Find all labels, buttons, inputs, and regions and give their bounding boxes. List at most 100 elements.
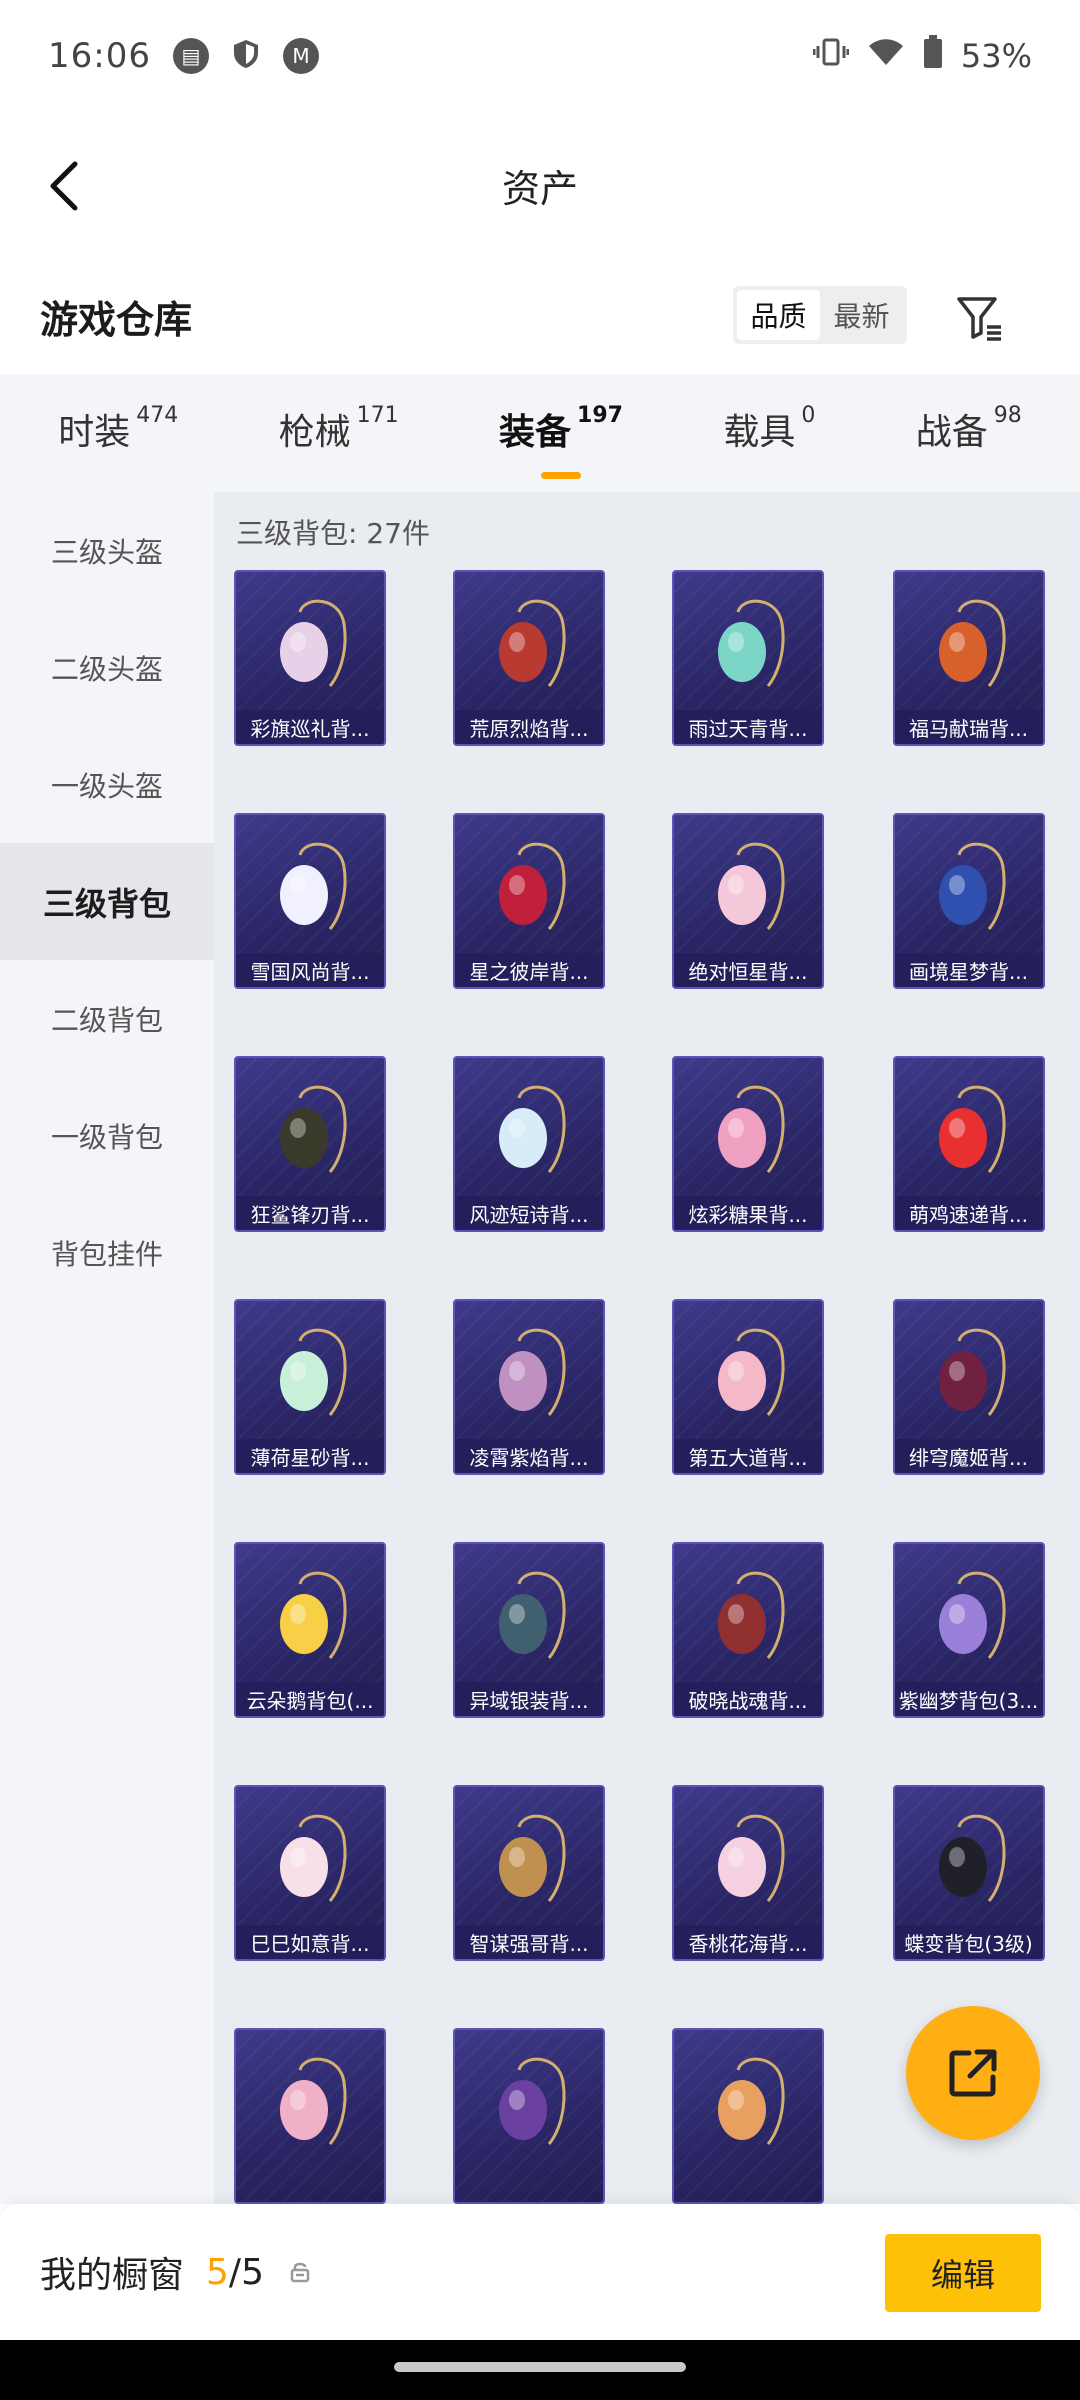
item-card[interactable]: 炫彩糖果背... [672, 1056, 824, 1232]
item-card[interactable]: 狂鲨锋刃背... [234, 1056, 386, 1232]
sidebar-item-level1-backpack[interactable]: 一级背包 [0, 1077, 214, 1194]
warehouse-header: 游戏仓库 品质 最新 [0, 258, 1080, 374]
showcase-bar: 我的橱窗 5/5 编辑 [0, 2204, 1080, 2340]
item-card[interactable]: 彩旗巡礼背... [234, 570, 386, 746]
item-card[interactable]: 萌鸡速递背... [892, 1056, 1045, 1232]
tab-firearms[interactable]: 枪械 171 [279, 403, 399, 463]
wifi-icon [867, 37, 905, 75]
item-card[interactable]: 福马献瑞背... [892, 570, 1045, 746]
item-card[interactable]: 第五大道背... [672, 1299, 824, 1475]
sidebar-item-level2-helmet[interactable]: 二级头盔 [0, 609, 214, 726]
backpack-icon [938, 842, 1005, 930]
item-card[interactable]: 风迹短诗背... [453, 1056, 605, 1232]
item-label: 萌鸡速递背... [894, 1196, 1043, 1230]
status-bar: 16:06 ▤ M 53% [0, 0, 1080, 112]
backpack-icon [280, 1814, 347, 1902]
item-label: 香桃花海背... [674, 1925, 822, 1959]
item-label: 绝对恒星背... [674, 953, 822, 987]
item-card[interactable]: 绝对恒星背... [672, 813, 824, 989]
tab-count: 197 [577, 403, 623, 428]
backpack-icon [499, 842, 566, 930]
tab-count: 171 [356, 403, 399, 428]
chevron-left-icon [50, 161, 78, 211]
gesture-handle[interactable] [394, 2362, 686, 2372]
shield-icon [231, 38, 261, 74]
item-label: 云朵鹅背包(... [236, 1682, 384, 1716]
item-card[interactable]: 雨过天青背... [672, 570, 824, 746]
item-label: 狂鲨锋刃背... [236, 1196, 384, 1230]
item-label: 炫彩糖果背... [674, 1196, 822, 1230]
item-card[interactable]: 画境星梦背... [892, 813, 1045, 989]
edit-button[interactable]: 编辑 [885, 2234, 1041, 2312]
item-card[interactable]: 凌霄紫焰背... [453, 1299, 605, 1475]
item-card[interactable]: 云朵鹅背包(... [234, 1542, 386, 1718]
item-card[interactable]: 巳巳如意背... [234, 1785, 386, 1961]
subcategory-sidebar: 三级头盔 二级头盔 一级头盔 三级背包 二级背包 一级背包 背包挂件 [0, 492, 214, 2204]
item-label: 风迹短诗背... [455, 1196, 603, 1230]
item-content: 三级背包: 27件 彩旗巡礼背... 荒原烈焰背... 雨过天青背... 福马献瑞背.… [214, 492, 1080, 2204]
backpack-icon [499, 1571, 566, 1659]
backpack-icon [938, 599, 1005, 687]
item-card[interactable] [672, 2028, 824, 2204]
backpack-icon [938, 1085, 1005, 1173]
backpack-icon [499, 1085, 566, 1173]
tab-label: 枪械 [278, 412, 351, 453]
backpack-icon [718, 1571, 785, 1659]
tab-label: 载具 [723, 412, 796, 453]
tab-vehicles[interactable]: 载具 0 [723, 403, 815, 463]
backpack-icon [499, 2057, 566, 2145]
item-card[interactable]: 雪国风尚背... [234, 813, 386, 989]
item-label: 荒原烈焰背... [455, 710, 603, 744]
item-card[interactable]: 薄荷星砂背... [234, 1299, 386, 1475]
backpack-icon [938, 1571, 1005, 1659]
item-card[interactable] [234, 2028, 386, 2204]
item-card[interactable]: 智谋强哥背... [453, 1785, 605, 1961]
sidebar-item-level3-backpack[interactable]: 三级背包 [0, 843, 214, 960]
tab-equipment[interactable]: 装备 197 [499, 403, 623, 479]
motorola-icon: M [282, 38, 319, 74]
sort-by-quality[interactable]: 品质 [737, 290, 820, 340]
item-card[interactable]: 香桃花海背... [672, 1785, 824, 1961]
backpack-icon [718, 842, 785, 930]
item-label: 绯穹魔姬背... [894, 1439, 1043, 1473]
item-label: 雪国风尚背... [236, 953, 384, 987]
tab-count: 98 [993, 403, 1022, 428]
sidebar-item-level3-helmet[interactable]: 三级头盔 [0, 492, 214, 609]
tab-supplies[interactable]: 战备 98 [916, 403, 1022, 463]
item-label: 凌霄紫焰背... [455, 1439, 603, 1473]
backpack-icon [718, 1814, 785, 1902]
lock-icon [290, 2262, 310, 2283]
item-label: 星之彼岸背... [455, 953, 603, 987]
backpack-icon [499, 599, 566, 687]
share-button[interactable] [906, 2006, 1040, 2140]
item-card[interactable]: 紫幽梦背包(3... [892, 1542, 1045, 1718]
sort-by-newest[interactable]: 最新 [820, 290, 903, 340]
item-card[interactable]: 绯穹魔姬背... [892, 1299, 1045, 1475]
notification-icons: ▤ M [172, 38, 319, 74]
back-button[interactable] [34, 156, 94, 216]
sidebar-item-level1-helmet[interactable]: 一级头盔 [0, 726, 214, 843]
battery-level: 53% [960, 37, 1032, 75]
backpack-icon [499, 1814, 566, 1902]
battery-icon [923, 35, 943, 77]
item-card[interactable] [453, 2028, 605, 2204]
item-card[interactable]: 破晓战魂背... [672, 1542, 824, 1718]
item-label: 蝶变背包(3级) [894, 1925, 1043, 1959]
sidebar-item-backpack-charm[interactable]: 背包挂件 [0, 1194, 214, 1311]
backpack-icon [280, 1085, 347, 1173]
showcase-max: 5 [241, 2251, 264, 2293]
backpack-icon [280, 1328, 347, 1416]
vibrate-icon [812, 37, 850, 75]
item-label: 薄荷星砂背... [236, 1439, 384, 1473]
item-card[interactable]: 蝶变背包(3级) [892, 1785, 1045, 1961]
item-card[interactable]: 异域银装背... [453, 1542, 605, 1718]
item-card[interactable]: 荒原烈焰背... [453, 570, 605, 746]
tab-fashion[interactable]: 时装 474 [58, 403, 178, 463]
filter-button[interactable] [950, 288, 1010, 348]
item-card[interactable]: 星之彼岸背... [453, 813, 605, 989]
item-label: 异域银装背... [455, 1682, 603, 1716]
item-label: 彩旗巡礼背... [236, 710, 384, 744]
sidebar-item-level2-backpack[interactable]: 二级背包 [0, 960, 214, 1077]
item-label: 第五大道背... [674, 1439, 822, 1473]
backpack-icon [280, 599, 347, 687]
